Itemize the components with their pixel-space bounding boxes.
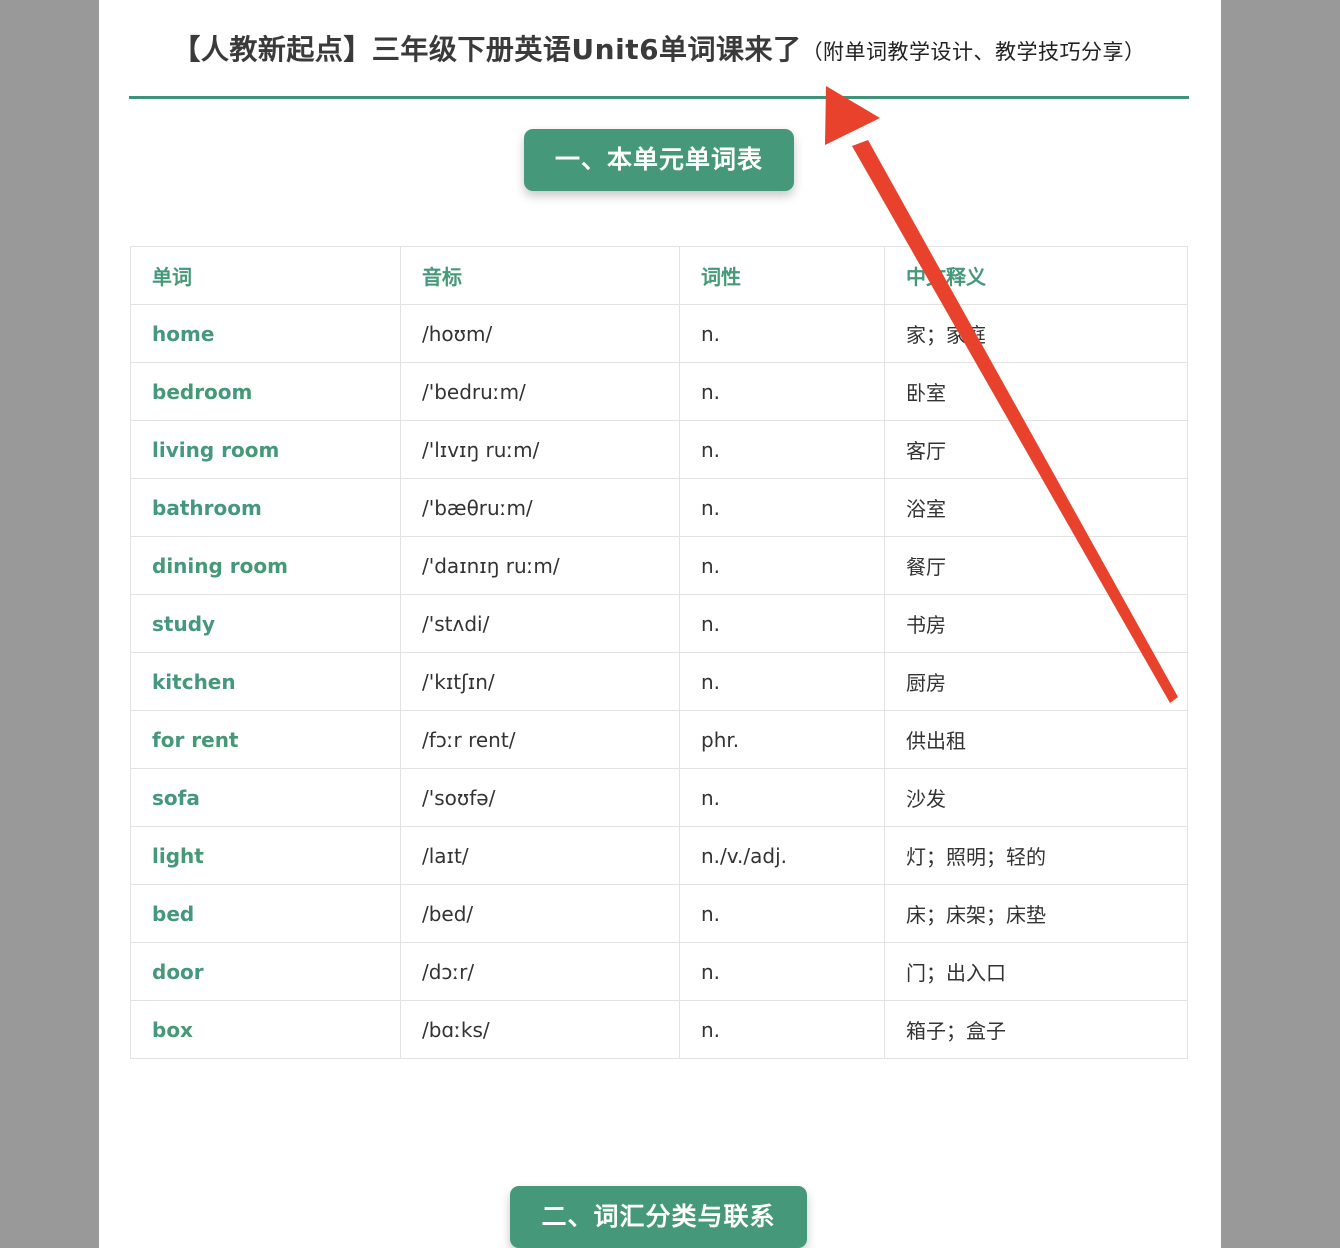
meaning-cell: 厨房 [884, 652, 1188, 711]
table-row: bedroom/'bedruːm/n. 卧室 [130, 362, 1188, 421]
word-cell: bedroom [130, 362, 401, 421]
word-cell: sofa [130, 768, 401, 827]
word-cell: home [130, 304, 401, 363]
word-cell: bed [130, 884, 401, 943]
phonetic-cell: /'bedruːm/ [400, 362, 680, 421]
table-row: sofa/'soʊfə/n. 沙发 [130, 768, 1188, 827]
part-of-speech-cell: n. [679, 768, 885, 827]
phonetic-cell: /'daɪnɪŋ ruːm/ [400, 536, 680, 595]
word-cell: living room [130, 420, 401, 479]
phonetic-cell: /fɔːr rent/ [400, 710, 680, 769]
phonetic-cell: /'bæθruːm/ [400, 478, 680, 537]
meaning-cell: 灯；照明；轻的 [884, 826, 1188, 885]
word-cell: for rent [130, 710, 401, 769]
table-row: home/hoʊm/n. 家；家庭 [130, 304, 1188, 363]
meaning-cell: 沙发 [884, 768, 1188, 827]
table-row: study/'stʌdi/n. 书房 [130, 594, 1188, 653]
phonetic-cell: /laɪt/ [400, 826, 680, 885]
section-heading-vocabulary-list: 一、本单元单词表 [524, 129, 794, 191]
table-row: light/laɪt/n./v./adj. 灯；照明；轻的 [130, 826, 1188, 885]
word-cell: dining room [130, 536, 401, 595]
table-row: bathroom/'bæθruːm/n. 浴室 [130, 478, 1188, 537]
table-header-row: 单词 音标 词性 中文释义 [130, 246, 1188, 305]
part-of-speech-cell: n. [679, 652, 885, 711]
part-of-speech-cell: n. [679, 478, 885, 537]
meaning-cell: 餐厅 [884, 536, 1188, 595]
meaning-cell: 书房 [884, 594, 1188, 653]
part-of-speech-cell: n. [679, 304, 885, 363]
phonetic-cell: /'lɪvɪŋ ruːm/ [400, 420, 680, 479]
phonetic-cell: /bɑːks/ [400, 1000, 680, 1059]
phonetic-cell: /'stʌdi/ [400, 594, 680, 653]
phonetic-cell: /hoʊm/ [400, 304, 680, 363]
word-cell: kitchen [130, 652, 401, 711]
phonetic-cell: /dɔːr/ [400, 942, 680, 1001]
table-row: living room/'lɪvɪŋ ruːm/n. 客厅 [130, 420, 1188, 479]
part-of-speech-cell: n. [679, 594, 885, 653]
table-row: for rent/fɔːr rent/phr. 供出租 [130, 710, 1188, 769]
word-cell: light [130, 826, 401, 885]
meaning-cell: 床；床架；床垫 [884, 884, 1188, 943]
table-row: door/dɔːr/n. 门；出入口 [130, 942, 1188, 1001]
title-divider [129, 96, 1189, 99]
word-cell: study [130, 594, 401, 653]
table-row: dining room/'daɪnɪŋ ruːm/n. 餐厅 [130, 536, 1188, 595]
column-header-meaning: 中文释义 [884, 246, 1188, 305]
word-cell: bathroom [130, 478, 401, 537]
table-row: box/bɑːks/n. 箱子；盒子 [130, 1000, 1188, 1059]
meaning-cell: 卧室 [884, 362, 1188, 421]
meaning-cell: 客厅 [884, 420, 1188, 479]
part-of-speech-cell: n. [679, 942, 885, 1001]
section-heading-word-categories: 二、词汇分类与联系 [510, 1186, 807, 1248]
part-of-speech-cell: n. [679, 884, 885, 943]
table-row: bed/bed/n. 床；床架；床垫 [130, 884, 1188, 943]
word-cell: box [130, 1000, 401, 1059]
phonetic-cell: /bed/ [400, 884, 680, 943]
meaning-cell: 家；家庭 [884, 304, 1188, 363]
vocabulary-table: 单词 音标 词性 中文释义 home/hoʊm/n. 家；家庭 bedroom/'b… [130, 246, 1188, 1059]
meaning-cell: 供出租 [884, 710, 1188, 769]
part-of-speech-cell: n. [679, 536, 885, 595]
page-title: 【人教新起点】三年级下册英语Unit6单词课来了（附单词教学设计、教学技巧分享） [129, 28, 1189, 68]
part-of-speech-cell: phr. [679, 710, 885, 769]
part-of-speech-cell: n. [679, 1000, 885, 1059]
column-header-phonetic: 音标 [400, 246, 680, 305]
title-main: 【人教新起点】三年级下册英语Unit6单词课来了 [172, 33, 802, 66]
meaning-cell: 门；出入口 [884, 942, 1188, 1001]
phonetic-cell: /'kɪtʃɪn/ [400, 652, 680, 711]
meaning-cell: 浴室 [884, 478, 1188, 537]
part-of-speech-cell: n. [679, 362, 885, 421]
word-cell: door [130, 942, 401, 1001]
phonetic-cell: /'soʊfə/ [400, 768, 680, 827]
part-of-speech-cell: n./v./adj. [679, 826, 885, 885]
title-subtitle: （附单词教学设计、教学技巧分享） [801, 40, 1146, 64]
meaning-cell: 箱子；盒子 [884, 1000, 1188, 1059]
column-header-part-of-speech: 词性 [679, 246, 885, 305]
column-header-word: 单词 [130, 246, 401, 305]
table-body: home/hoʊm/n. 家；家庭 bedroom/'bedruːm/n. 卧室 liv… [130, 304, 1188, 1059]
part-of-speech-cell: n. [679, 420, 885, 479]
table-row: kitchen/'kɪtʃɪn/n. 厨房 [130, 652, 1188, 711]
document-page: 【人教新起点】三年级下册英语Unit6单词课来了（附单词教学设计、教学技巧分享）… [99, 0, 1221, 1248]
